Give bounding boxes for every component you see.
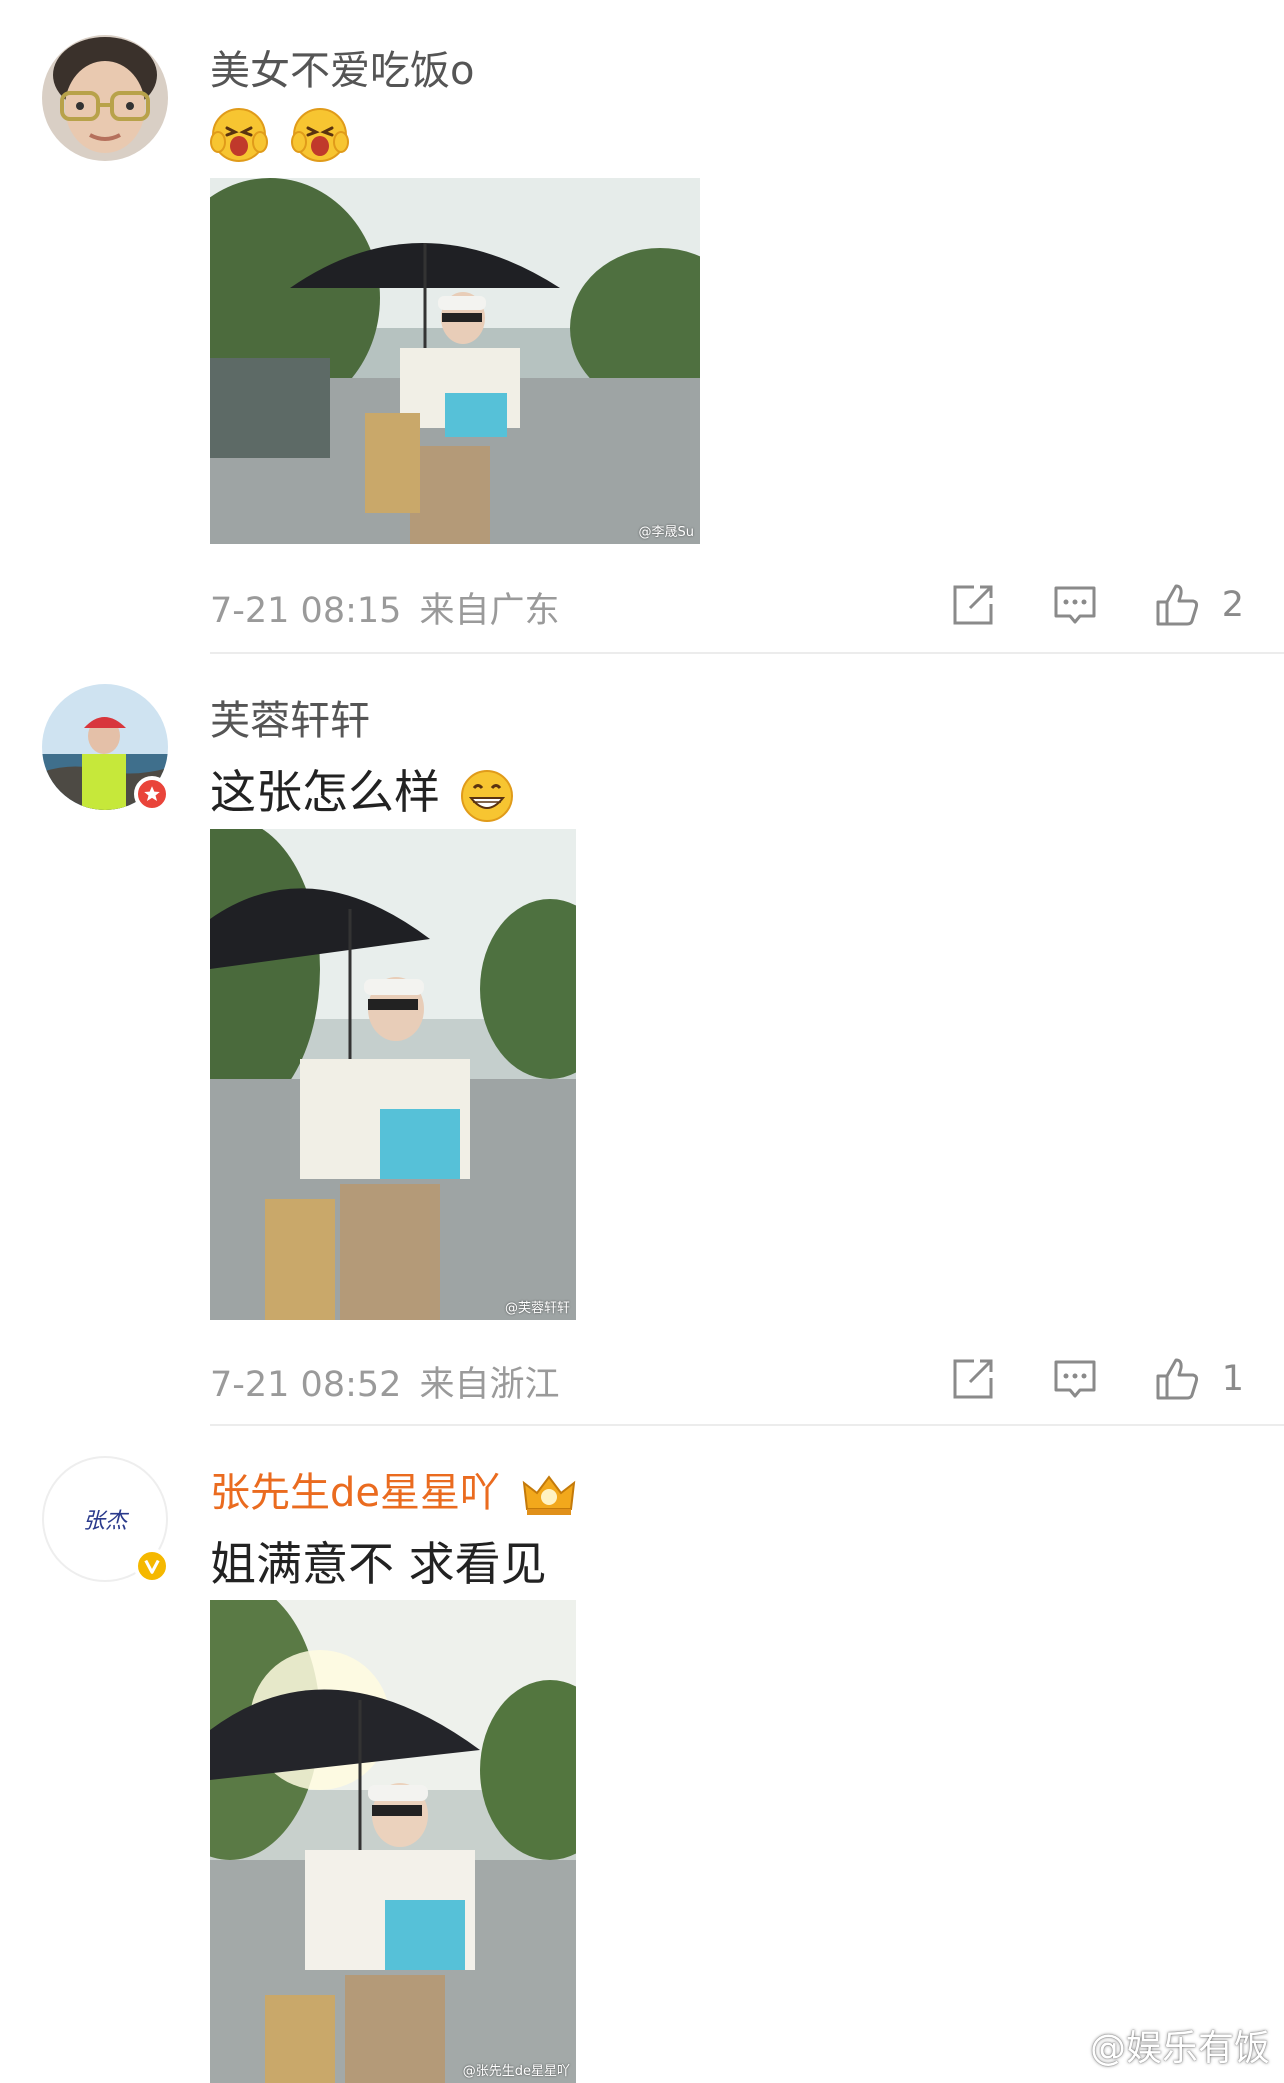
crown-vip-icon	[522, 1475, 575, 1515]
comment-icon[interactable]	[1052, 582, 1098, 628]
like-icon[interactable]	[1154, 582, 1200, 628]
like-icon[interactable]	[1154, 1356, 1200, 1402]
comment-icon[interactable]	[1052, 1356, 1098, 1402]
like-count: 2	[1221, 585, 1244, 625]
comment-text-content: 这张怎么样	[210, 765, 440, 819]
comment-emojis	[210, 104, 349, 164]
like-count: 1	[1221, 1359, 1244, 1399]
comment-username[interactable]: 芙蓉轩轩	[210, 688, 370, 746]
comment-text: 姐满意不 求看见	[210, 1537, 547, 1591]
comment-username[interactable]: 美女不爱吃饭o	[210, 38, 474, 96]
avatar[interactable]: 张杰	[42, 1456, 170, 1584]
comment-item: 张杰 张先生de星星吖 姐满意不 求看见 @张先生de星星吖	[0, 1426, 1284, 2083]
share-icon[interactable]	[950, 1356, 996, 1402]
photo-watermark: @张先生de星星吖	[462, 2064, 570, 2079]
comment-time: 7-21 08:15	[210, 591, 402, 631]
comment-username[interactable]: 张先生de星星吖	[210, 1460, 577, 1518]
share-icon[interactable]	[950, 582, 996, 628]
comment-location: 来自广东	[419, 591, 560, 631]
comment-time: 7-21 08:52	[210, 1365, 402, 1405]
comment-location: 来自浙江	[419, 1365, 560, 1405]
avatar[interactable]	[42, 35, 168, 161]
avatar-signature: 张杰	[82, 1509, 127, 1534]
laughing-face-emoji	[290, 107, 349, 162]
comment-meta: 7-21 08:52 来自浙江	[210, 1356, 559, 1407]
comment-actions: 1	[894, 1354, 1244, 1404]
verified-v-icon	[134, 1548, 170, 1584]
comment-photo[interactable]: @李晟Su	[210, 178, 700, 544]
comment-item: 美女不爱吃饭o @李晟Su 7-21 08:15 来自广东 2	[0, 0, 1284, 650]
comment-item: 芙蓉轩轩 这张怎么样 @芙蓉轩轩 7-21 08:52 来自浙江 1	[0, 654, 1284, 1424]
comment-meta: 7-21 08:15 来自广东	[210, 582, 559, 633]
comment-photo[interactable]: @张先生de星星吖	[210, 1600, 576, 2083]
laughing-face-emoji	[210, 107, 268, 162]
photo-watermark: @李晟Su	[638, 525, 695, 540]
comment-text: 这张怎么样	[210, 756, 515, 824]
comment-actions: 2	[894, 580, 1244, 630]
comment-username-text: 张先生de星星吖	[210, 1470, 500, 1516]
weibo-logo-icon	[1036, 2029, 1082, 2064]
footer-watermark-text: @娱乐有饭	[1089, 2028, 1270, 2069]
comment-photo[interactable]: @芙蓉轩轩	[210, 829, 576, 1320]
footer-watermark: @娱乐有饭	[1036, 2019, 1270, 2071]
grinning-face-emoji	[460, 769, 513, 822]
avatar[interactable]	[42, 684, 170, 812]
verified-red-badge-icon	[134, 776, 170, 812]
photo-watermark: @芙蓉轩轩	[504, 1301, 570, 1316]
